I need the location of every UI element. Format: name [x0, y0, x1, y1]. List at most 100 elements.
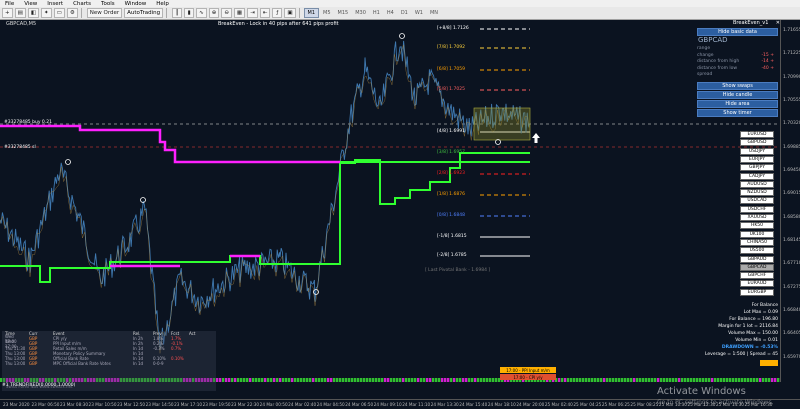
oscillator-bar [393, 378, 396, 382]
oscillator-bar [480, 378, 483, 382]
templates-icon[interactable]: ▣ [284, 8, 296, 18]
oscillator-bar [486, 378, 489, 382]
symbol-button-usdcad[interactable]: USDCAD [740, 197, 774, 205]
symbol-button-xauusd[interactable]: XAUUSD [740, 214, 774, 221]
news-cell: 0.10% [171, 356, 184, 361]
symbol-button-hk50[interactable]: HK50 [740, 222, 774, 230]
news-cell: GBP [29, 361, 38, 366]
symbol-button-uk100[interactable]: UK100 [740, 230, 774, 238]
oscillator-bar [729, 378, 732, 382]
price-chart[interactable]: GBPCAD,M5 BreakEven - Lock in 40 pips af… [0, 20, 780, 391]
timeframe-m5[interactable]: M5 [320, 8, 334, 18]
oscillator-bar [636, 378, 639, 382]
symbol-button-audusd[interactable]: AUDUSD [740, 180, 774, 188]
timeframe-h4[interactable]: H4 [384, 8, 397, 18]
symbol-button-gbpjpy[interactable]: GBPJPY [740, 164, 774, 172]
show-timer-button[interactable]: Show timer [697, 109, 778, 117]
oscillator-bar [468, 378, 471, 382]
menu-window[interactable]: Window [120, 1, 152, 7]
toolbar: + ▤ ◧ ✦ ▭ ⚙ New Order AutoTrading ┃ ▮ ∿ … [0, 7, 800, 20]
oscillator-bar [336, 378, 339, 382]
symbol-button-china50[interactable]: CHINA50 [740, 238, 774, 246]
oscillator-bar [312, 378, 315, 382]
zoom-out-icon[interactable]: ⊖ [221, 8, 232, 18]
hide-area-button[interactable]: Hide area [697, 100, 778, 108]
oscillator-bar [705, 378, 708, 382]
zoom-in-icon[interactable]: ⊕ [208, 8, 220, 18]
price-axis-label: 1.71225 [783, 51, 800, 57]
hide-basic-data-button[interactable]: Hide basic data [697, 28, 778, 36]
symbol-button-gbpcad[interactable]: GBPCAD [740, 263, 774, 271]
menu-file[interactable]: File [0, 1, 19, 7]
price-range-box [473, 107, 531, 141]
oscillator-bar [666, 378, 669, 382]
panel-info-key: distance from low [697, 65, 738, 71]
time-axis-label: 25 Mar 06:25 [601, 402, 630, 407]
new-order-button[interactable]: New Order [86, 8, 123, 18]
time-axis-label: 23 Mar 2020 [3, 402, 30, 407]
hide-candle-button[interactable]: Hide candle [697, 91, 778, 99]
panel-header: BreakEven_v1 ✕ [733, 20, 780, 28]
account-stat: For Balance = 196.80 [729, 317, 778, 322]
oscillator-bar [315, 378, 318, 382]
symbol-button-usdjpy[interactable]: USDJPY [740, 147, 774, 155]
shift-icon[interactable]: ⇤ [259, 8, 271, 18]
pivot-label: [4/8] 1.6991 [437, 129, 465, 134]
chart-canvas[interactable] [0, 20, 780, 382]
symbol-button-gbpusd[interactable]: GBPUSD [740, 139, 774, 147]
menu-view[interactable]: View [19, 1, 42, 7]
oscillator-bar [273, 378, 276, 382]
symbol-button-eurgbp[interactable]: EURGBP [740, 288, 774, 296]
symbol-button-us500[interactable]: US500 [740, 247, 774, 255]
oscillator-bar [699, 378, 702, 382]
symbol-button-eurusd[interactable]: EURUSD [740, 131, 774, 138]
auto-trading-button[interactable]: AutoTrading [124, 8, 164, 18]
timeframe-mn[interactable]: MN [427, 8, 441, 18]
bar-chart-icon[interactable]: ┃ [172, 8, 183, 18]
tester-icon[interactable]: ⚙ [66, 8, 78, 18]
menu-insert[interactable]: Insert [42, 1, 68, 7]
price-axis-label: 1.67275 [783, 284, 800, 290]
time-axis-label: 24 Mar 11:10 [402, 402, 431, 407]
timeframe-m30[interactable]: M30 [352, 8, 369, 18]
indicators-icon[interactable]: ƒ [272, 8, 283, 18]
oscillator-bar [225, 378, 228, 382]
symbol-button-eurjpy[interactable]: EURJPY [740, 155, 774, 163]
symbol-button-cadjpy[interactable]: CADJPY [740, 172, 774, 180]
price-axis-label: 1.70555 [783, 98, 800, 103]
menu-tools[interactable]: Tools [96, 1, 120, 7]
symbol-button-gbpchf[interactable]: GBPCHF [740, 272, 774, 280]
symbol-button-euraud[interactable]: EURAUD [740, 280, 774, 288]
timeframe-m1[interactable]: M1 [303, 8, 320, 18]
toolbar-divider [298, 8, 300, 18]
pivot-label: [5/8] 1.7025 [437, 87, 465, 92]
panel-info-row: distance from low -40 + [697, 66, 778, 71]
candle-chart-icon[interactable]: ▮ [184, 8, 195, 18]
scroll-icon[interactable]: ⇥ [247, 8, 258, 18]
show-swaps-button[interactable]: Show swaps [697, 82, 778, 90]
oscillator-bar [735, 378, 738, 382]
tile-windows-icon[interactable]: ▦ [233, 8, 246, 18]
menu-charts[interactable]: Charts [68, 1, 96, 7]
timeframe-m15[interactable]: M15 [335, 8, 352, 18]
new-chart-icon[interactable]: + [2, 8, 13, 18]
timeframe-h1[interactable]: H1 [370, 8, 383, 18]
symbol-button-usdchf[interactable]: USDCHF [740, 205, 774, 213]
timeframe-w1[interactable]: W1 [412, 8, 426, 18]
oscillator-bar [399, 378, 402, 382]
oscillator-bar [390, 378, 393, 382]
oscillator-bar [333, 378, 336, 382]
menu-help[interactable]: Help [151, 1, 174, 7]
oscillator-bar [681, 378, 684, 382]
symbol-button-nzdusd[interactable]: NZDUSD [740, 189, 774, 197]
terminal-icon[interactable]: ▭ [53, 8, 65, 18]
market-watch-icon[interactable]: ◧ [27, 8, 40, 18]
timeframe-d1[interactable]: D1 [398, 8, 411, 18]
navigator-icon[interactable]: ✦ [41, 8, 52, 18]
oscillator-bar [594, 378, 597, 382]
symbol-button-gbpaud[interactable]: GBPAUD [740, 255, 774, 263]
profiles-icon[interactable]: ▤ [14, 8, 26, 18]
oscillator-bar [252, 378, 255, 382]
line-chart-icon[interactable]: ∿ [196, 8, 207, 18]
pivot-label: [7/8] 1.7092 [437, 45, 465, 50]
